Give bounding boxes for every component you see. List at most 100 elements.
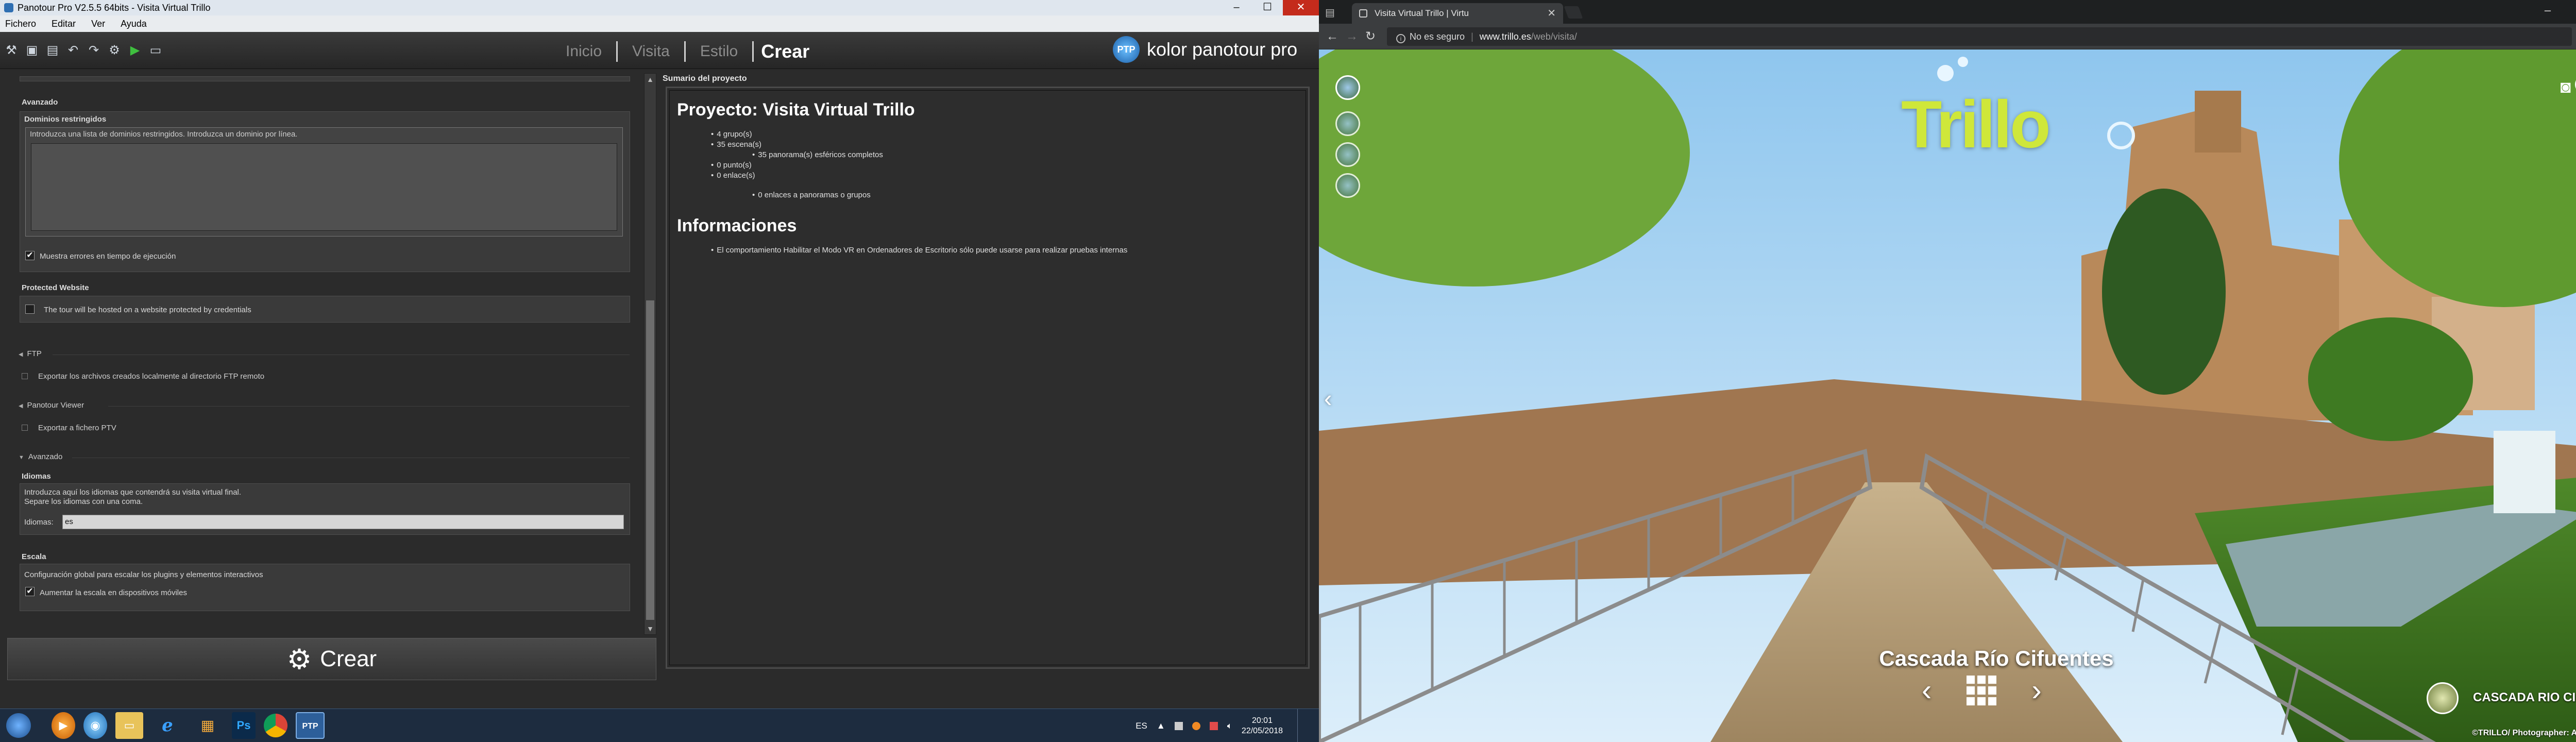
chevron-left-icon[interactable]: ‹ xyxy=(1922,673,1931,707)
language-indicator[interactable]: ES xyxy=(1136,721,1147,731)
viewer-label: Exportar a fichero PTV xyxy=(38,424,116,432)
maximize-icon[interactable]: ☐ xyxy=(1252,0,1283,15)
minimize-icon[interactable]: – xyxy=(2530,0,2566,21)
panotour-app-icon xyxy=(4,3,13,12)
panotour-taskbar-icon[interactable]: PTP xyxy=(296,712,325,739)
group-thumb-1[interactable] xyxy=(1335,75,1360,100)
chevron-right-icon[interactable]: › xyxy=(2031,673,2041,707)
escala-checkbox[interactable]: ✔ xyxy=(25,587,35,596)
create-button[interactable]: ⚙ Crear xyxy=(7,638,656,680)
settings-scrollbar[interactable]: ▲ ▼ xyxy=(644,73,656,635)
menu-bar: Fichero Editar Ver Ayuda xyxy=(0,15,1319,32)
clock-date: 22/05/2018 xyxy=(1241,726,1283,735)
settings-gear-icon[interactable]: ⚙ xyxy=(107,43,122,58)
vr-headset-icon[interactable]: ◙ xyxy=(2560,77,2571,97)
group-thumb-2[interactable] xyxy=(1335,111,1360,136)
menu-ver[interactable]: Ver xyxy=(91,19,105,29)
stat-pano-links: 0 enlaces a panoramas o grupos xyxy=(677,190,1298,200)
ftp-label: Exportar los archivos creados localmente… xyxy=(38,372,265,381)
clock[interactable]: 20:01 22/05/2018 xyxy=(1242,716,1283,736)
info-icon[interactable]: i xyxy=(1396,34,1405,43)
viewer-row[interactable]: Exportar a fichero PTV xyxy=(22,424,116,432)
summary-content: Proyecto: Visita Virtual Trillo 4 grupo(… xyxy=(669,90,1306,665)
group-thumb-4[interactable] xyxy=(1335,173,1360,198)
logo-drop-2 xyxy=(1958,57,1968,67)
save-icon[interactable]: ▣ xyxy=(25,43,39,58)
folder-icon[interactable]: ▭ xyxy=(148,43,163,58)
save-as-icon[interactable]: ▤ xyxy=(45,43,60,58)
reload-icon[interactable]: ↻ xyxy=(1365,30,1376,43)
globe-ie-icon[interactable]: ◉ xyxy=(83,712,107,739)
url-separator: | xyxy=(1471,31,1473,42)
media-player-icon[interactable]: ▶ xyxy=(52,712,75,739)
ftp-title: FTP xyxy=(27,349,42,358)
volume-icon[interactable]: 🔈︎ xyxy=(1227,721,1232,731)
group-thumb-3[interactable] xyxy=(1335,142,1360,167)
scroll-down-icon[interactable]: ▼ xyxy=(645,623,656,634)
waterfall xyxy=(2494,431,2555,513)
protected-checkbox[interactable] xyxy=(25,305,35,314)
forward-icon[interactable]: → xyxy=(1346,30,1358,43)
ftp-row[interactable]: Exportar los archivos creados localmente… xyxy=(22,372,264,381)
tab-estilo[interactable]: Estilo xyxy=(686,41,752,62)
scroll-thumb[interactable] xyxy=(646,300,654,620)
project-stats: 4 grupo(s) 35 escena(s) 35 panorama(s) e… xyxy=(677,129,1298,200)
project-heading: Proyecto: Visita Virtual Trillo xyxy=(677,100,915,120)
idiomas-input[interactable]: es xyxy=(62,515,624,529)
tab-inicio[interactable]: Inicio xyxy=(551,41,618,62)
current-scene-thumb[interactable] xyxy=(2427,682,2459,714)
restore-icon[interactable]: ❐ xyxy=(2566,0,2576,21)
windows-start-icon[interactable] xyxy=(6,713,31,738)
security-icon[interactable] xyxy=(1209,721,1218,730)
section-viewer[interactable]: ◀ Panotour Viewer xyxy=(19,401,84,410)
url-host: www.trillo.es xyxy=(1479,31,1531,42)
antivirus-icon[interactable] xyxy=(1192,721,1200,730)
current-scene-label: CASCADA RIO CIFUEN... xyxy=(2473,690,2576,704)
back-icon[interactable]: ← xyxy=(1326,30,1338,43)
window-menu-icon[interactable]: ▤ xyxy=(1325,6,1335,19)
chrome-icon[interactable] xyxy=(264,714,287,737)
close-icon[interactable]: ✕ xyxy=(1283,0,1319,15)
ptv-checkbox[interactable] xyxy=(22,425,28,431)
dominios-textarea[interactable]: Introduzca una lista de dominios restrin… xyxy=(25,127,623,237)
chrome-toolbar: ← → ↻ i No es seguro | www.trillo.es/web/vi… xyxy=(1319,24,2576,49)
tab-close-icon[interactable]: ✕ xyxy=(1547,3,1556,24)
redo-icon[interactable]: ↷ xyxy=(87,43,101,58)
network-icon[interactable] xyxy=(1174,721,1183,730)
wrench-icon[interactable]: ⚒ xyxy=(4,43,19,58)
thumbnails-grid-icon[interactable] xyxy=(1967,675,1997,705)
mostrar-errores-checkbox[interactable]: ✔ xyxy=(25,251,35,260)
window-title: Panotour Pro V2.5.5 64bits - Visita Virt… xyxy=(18,3,211,13)
castle-tower xyxy=(2195,91,2241,153)
photoshop-icon[interactable]: Ps xyxy=(232,712,256,739)
new-tab-button[interactable] xyxy=(1564,6,1583,19)
apps-grid-icon[interactable]: ▦ xyxy=(192,712,224,739)
info-list: El comportamiento Habilitar el Modo VR e… xyxy=(677,245,1298,256)
tour-prev-arrow-icon[interactable]: ‹ xyxy=(1324,384,1332,412)
file-explorer-icon[interactable]: ▭ xyxy=(115,712,143,739)
tab-crear[interactable]: Crear xyxy=(752,41,824,62)
virtual-tour-viewer[interactable]: Trillo ‹ ◙ ⤢ Cascada Río Cifuentes ‹ › C… xyxy=(1319,49,2576,742)
tab-visita[interactable]: Visita xyxy=(618,41,686,62)
menu-ayuda[interactable]: Ayuda xyxy=(121,19,147,29)
tray-up-arrow-icon[interactable]: ▲ xyxy=(1157,721,1165,731)
menu-fichero[interactable]: Fichero xyxy=(5,19,36,29)
section-ftp[interactable]: ◀ FTP xyxy=(19,349,42,358)
scroll-up-icon[interactable]: ▲ xyxy=(645,74,656,85)
undo-icon[interactable]: ↶ xyxy=(66,43,80,58)
section-avanzado[interactable]: ▼ Avanzado xyxy=(19,452,62,461)
info-heading: Informaciones xyxy=(677,216,797,235)
ftp-checkbox[interactable] xyxy=(22,373,28,379)
info-item: El comportamiento Habilitar el Modo VR e… xyxy=(677,245,1298,256)
dominios-text-area-inner[interactable] xyxy=(31,143,617,231)
play-icon[interactable]: ▶ xyxy=(128,43,142,58)
minimize-icon[interactable]: – xyxy=(1221,0,1252,15)
internet-explorer-icon[interactable]: ℯ xyxy=(151,712,183,739)
panotour-titlebar: Panotour Pro V2.5.5 64bits - Visita Virt… xyxy=(0,0,1319,15)
trillo-logo: Trillo xyxy=(1901,87,2051,162)
show-desktop-button[interactable] xyxy=(1297,709,1304,742)
address-bar[interactable]: i No es seguro | www.trillo.es/web/visita/ xyxy=(1387,27,2572,46)
menu-editar[interactable]: Editar xyxy=(52,19,76,29)
window-controls: – ☐ ✕ xyxy=(1221,0,1319,15)
browser-tab[interactable]: Visita Virtual Trillo | Virtu ✕ xyxy=(1352,3,1563,24)
